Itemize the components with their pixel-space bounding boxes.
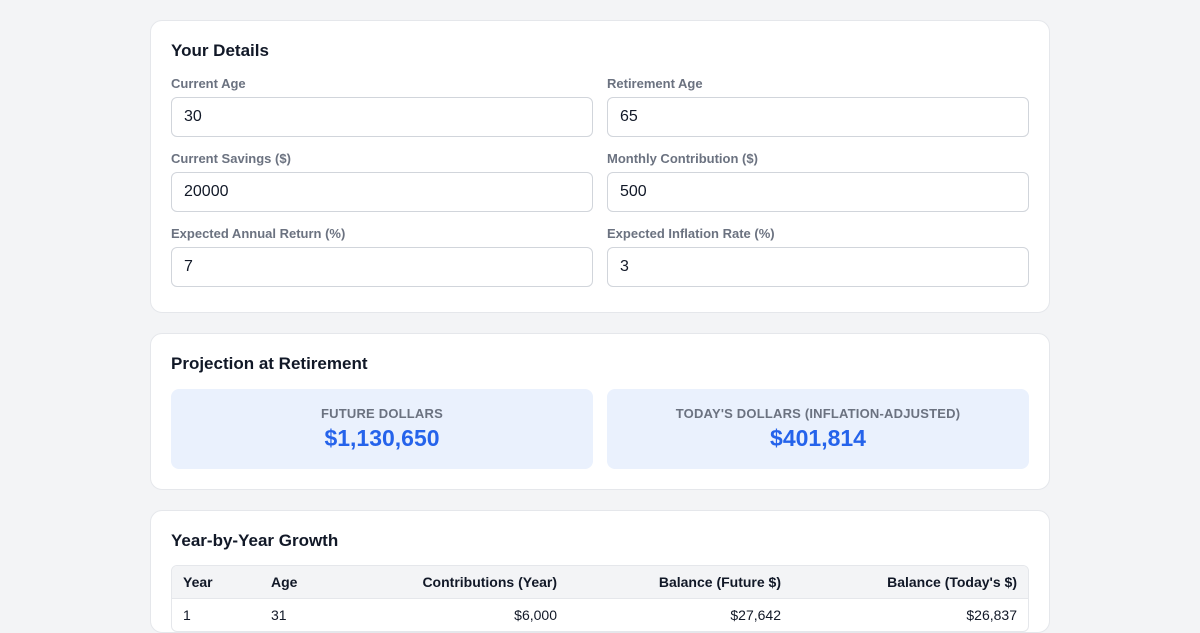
col-age-header: Age — [260, 566, 362, 599]
cell-age: 31 — [271, 607, 287, 623]
cell-balance-today: $26,837 — [966, 607, 1017, 623]
projection-card: Projection at Retirement FUTURE DOLLARS … — [150, 333, 1050, 490]
current-age-label: Current Age — [171, 76, 246, 91]
inflation-rate-input[interactable] — [607, 247, 1029, 287]
todays-dollars-value: $401,814 — [770, 425, 866, 451]
future-dollars-stat: FUTURE DOLLARS $1,130,650 — [171, 389, 593, 469]
growth-card: Year-by-Year Growth Year Age Contributio… — [150, 510, 1050, 633]
todays-dollars-label: TODAY'S DOLLARS (INFLATION-ADJUSTED) — [675, 406, 961, 421]
current-age-input[interactable] — [171, 97, 593, 137]
growth-table-body: 1 31 $6,000 $27,642 $26,837 — [172, 599, 1028, 632]
monthly-contribution-label: Monthly Contribution ($) — [607, 151, 758, 166]
future-dollars-label: FUTURE DOLLARS — [321, 406, 443, 421]
details-title: Your Details — [171, 41, 269, 60]
monthly-contribution-field: Monthly Contribution ($) — [607, 151, 1029, 212]
details-card: Your Details Current Age Retirement Age … — [150, 20, 1050, 313]
cell-year: 1 — [183, 607, 191, 623]
future-dollars-value: $1,130,650 — [324, 425, 440, 451]
col-year-header: Year — [172, 566, 260, 599]
growth-table-head: Year Age Contributions (Year) Balance (F… — [172, 566, 1028, 599]
todays-dollars-stat: TODAY'S DOLLARS (INFLATION-ADJUSTED) $40… — [607, 389, 1029, 469]
current-savings-label: Current Savings ($) — [171, 151, 291, 166]
current-age-field: Current Age — [171, 76, 593, 137]
retirement-age-input[interactable] — [607, 97, 1029, 137]
col-balance-today-header: Balance (Today's $) — [792, 566, 1028, 599]
current-savings-field: Current Savings ($) — [171, 151, 593, 212]
details-form: Current Age Retirement Age Current Savin… — [171, 61, 1029, 287]
annual-return-input[interactable] — [171, 247, 593, 287]
projection-title: Projection at Retirement — [171, 354, 368, 373]
monthly-contribution-input[interactable] — [607, 172, 1029, 212]
inflation-rate-field: Expected Inflation Rate (%) — [607, 226, 1029, 287]
current-savings-input[interactable] — [171, 172, 593, 212]
retirement-age-label: Retirement Age — [607, 76, 703, 91]
col-balance-future-header: Balance (Future $) — [568, 566, 792, 599]
cell-contributions: $6,000 — [514, 607, 557, 623]
projection-stats: FUTURE DOLLARS $1,130,650 TODAY'S DOLLAR… — [171, 389, 1029, 469]
page-container: Your Details Current Age Retirement Age … — [150, 0, 1050, 633]
annual-return-field: Expected Annual Return (%) — [171, 226, 593, 287]
growth-table: Year Age Contributions (Year) Balance (F… — [172, 566, 1028, 631]
cell-balance-future: $27,642 — [730, 607, 781, 623]
table-row: 1 31 $6,000 $27,642 $26,837 — [172, 599, 1028, 632]
col-contributions-header: Contributions (Year) — [362, 566, 568, 599]
annual-return-label: Expected Annual Return (%) — [171, 226, 346, 241]
table-header-row: Year Age Contributions (Year) Balance (F… — [172, 566, 1028, 599]
inflation-rate-label: Expected Inflation Rate (%) — [607, 226, 775, 241]
retirement-age-field: Retirement Age — [607, 76, 1029, 137]
growth-table-container: Year Age Contributions (Year) Balance (F… — [171, 565, 1029, 632]
growth-title: Year-by-Year Growth — [171, 531, 339, 550]
